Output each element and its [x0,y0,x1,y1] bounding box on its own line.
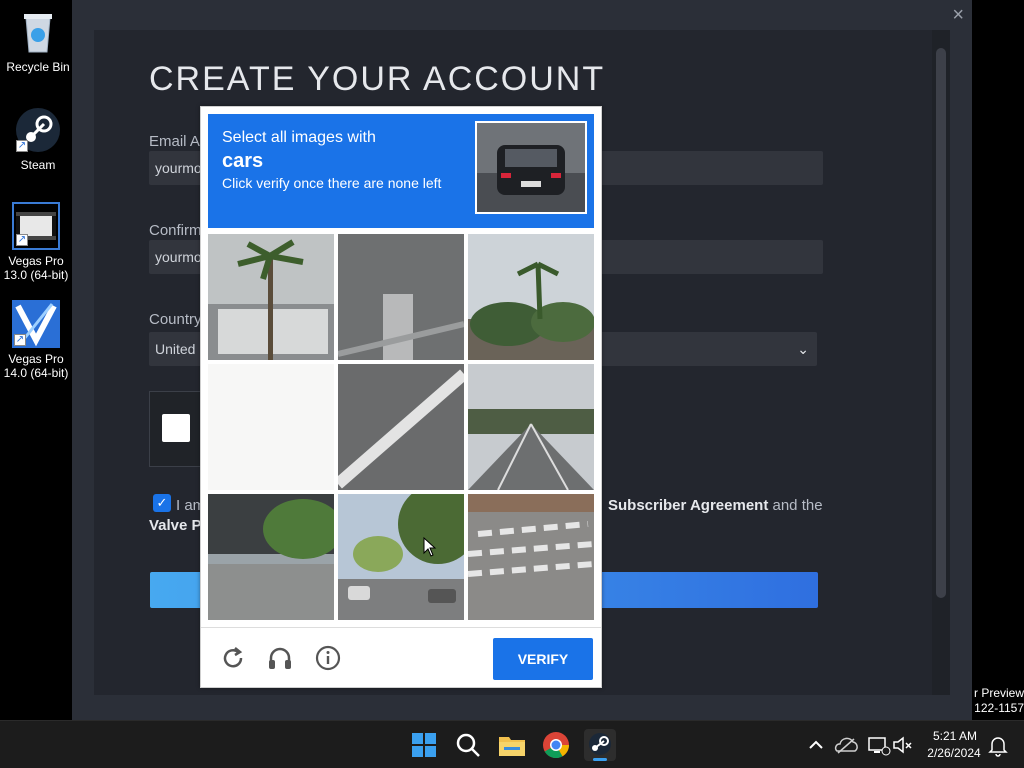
vegas-13-shortcut[interactable]: ↗ Vegas Pro 13.0 (64-bit) [0,202,72,282]
close-icon[interactable]: × [952,4,964,27]
agreement-line: Subscriber Agreement and the [608,497,823,514]
captcha-tile-4[interactable] [208,364,334,490]
captcha-tile-2[interactable] [338,234,464,360]
steam-icon: ↗ [14,106,62,154]
steam-shortcut[interactable]: ↗ Steam [0,106,76,172]
captcha-checkbox[interactable] [162,414,190,442]
email-value: yourmo [155,160,202,176]
vegas-14-label: Vegas Pro 14.0 (64-bit) [3,352,69,380]
captcha-sample-image [475,121,587,214]
file-explorer-icon[interactable] [496,729,528,761]
captcha-tile-7[interactable] [208,494,334,620]
info-icon[interactable] [314,644,342,672]
notification-bell-icon[interactable] [982,729,1014,761]
vegas-14-icon: ↗ [12,300,60,348]
shortcut-arrow-icon: ↗ [14,334,26,346]
confirm-email-value: yourmo [155,249,202,265]
captcha-tile-9[interactable] [468,494,594,620]
chrome-icon[interactable] [540,729,572,761]
mouse-pointer-icon [423,536,437,562]
captcha-instruction-sub: Click verify once there are none left [222,175,442,191]
audio-challenge-icon[interactable] [266,644,294,672]
country-label: Country [149,311,202,328]
captcha-tile-8[interactable] [338,494,464,620]
agree-checkbox[interactable]: ✓ [153,494,171,512]
captcha-image-grid [208,234,595,621]
insider-preview-watermark: r Preview 122-1157 [972,686,1024,716]
recycle-bin-shortcut[interactable]: Recycle Bin [0,8,76,74]
confirm-email-label: Confirm [149,222,202,239]
refresh-icon[interactable] [219,644,247,672]
chevron-down-icon: ⌄ [797,341,809,357]
and-the-text: and the [768,497,823,514]
country-value: United [155,341,196,357]
start-button[interactable] [408,729,440,761]
steam-taskbar-icon[interactable] [584,729,616,761]
vegas-14-shortcut[interactable]: ↗ Vegas Pro 14.0 (64-bit) [0,300,72,380]
search-icon[interactable] [452,729,484,761]
captcha-tile-3[interactable] [468,234,594,360]
vegas-13-icon: ↗ [12,202,60,250]
shortcut-arrow-icon: ↗ [16,140,28,152]
chevron-up-icon[interactable] [800,729,832,761]
clock-time[interactable]: 5:21 AM [926,729,984,743]
privacy-policy-link[interactable]: Valve Pr [149,517,205,534]
scrollbar-thumb[interactable] [936,48,946,598]
onedrive-icon[interactable] [830,729,862,761]
captcha-target-word: cars [222,150,264,172]
email-label: Email Ac [149,133,208,150]
taskbar: 5:21 AM 2/26/2024 [0,720,1024,768]
subscriber-agreement-link[interactable]: Subscriber Agreement [608,497,768,514]
captcha-tile-1[interactable] [208,234,334,360]
captcha-tile-5[interactable] [338,364,464,490]
steam-label: Steam [20,158,56,172]
verify-button[interactable]: VERIFY [493,638,593,680]
watermark-line-2: 122-1157 [974,701,1024,715]
watermark-line-1: r Preview [973,686,1024,700]
captcha-footer: VERIFY [201,627,601,687]
captcha-prompt: Select all images with cars Click verify… [208,114,594,228]
captcha-dialog: Select all images with cars Click verify… [200,106,602,688]
volume-muted-icon[interactable] [886,729,918,761]
recycle-bin-label: Recycle Bin [6,60,70,74]
page-title: CREATE YOUR ACCOUNT [149,60,606,98]
shortcut-arrow-icon: ↗ [16,234,28,246]
clock-date[interactable]: 2/26/2024 [922,746,986,760]
captcha-tile-6[interactable] [468,364,594,490]
recycle-bin-icon [14,8,62,56]
captcha-instruction: Select all images with [222,129,376,146]
desktop: Recycle Bin ↗ Steam ↗ Vegas Pro 13.0 (64… [0,0,1024,720]
vegas-13-label: Vegas Pro 13.0 (64-bit) [3,254,69,282]
